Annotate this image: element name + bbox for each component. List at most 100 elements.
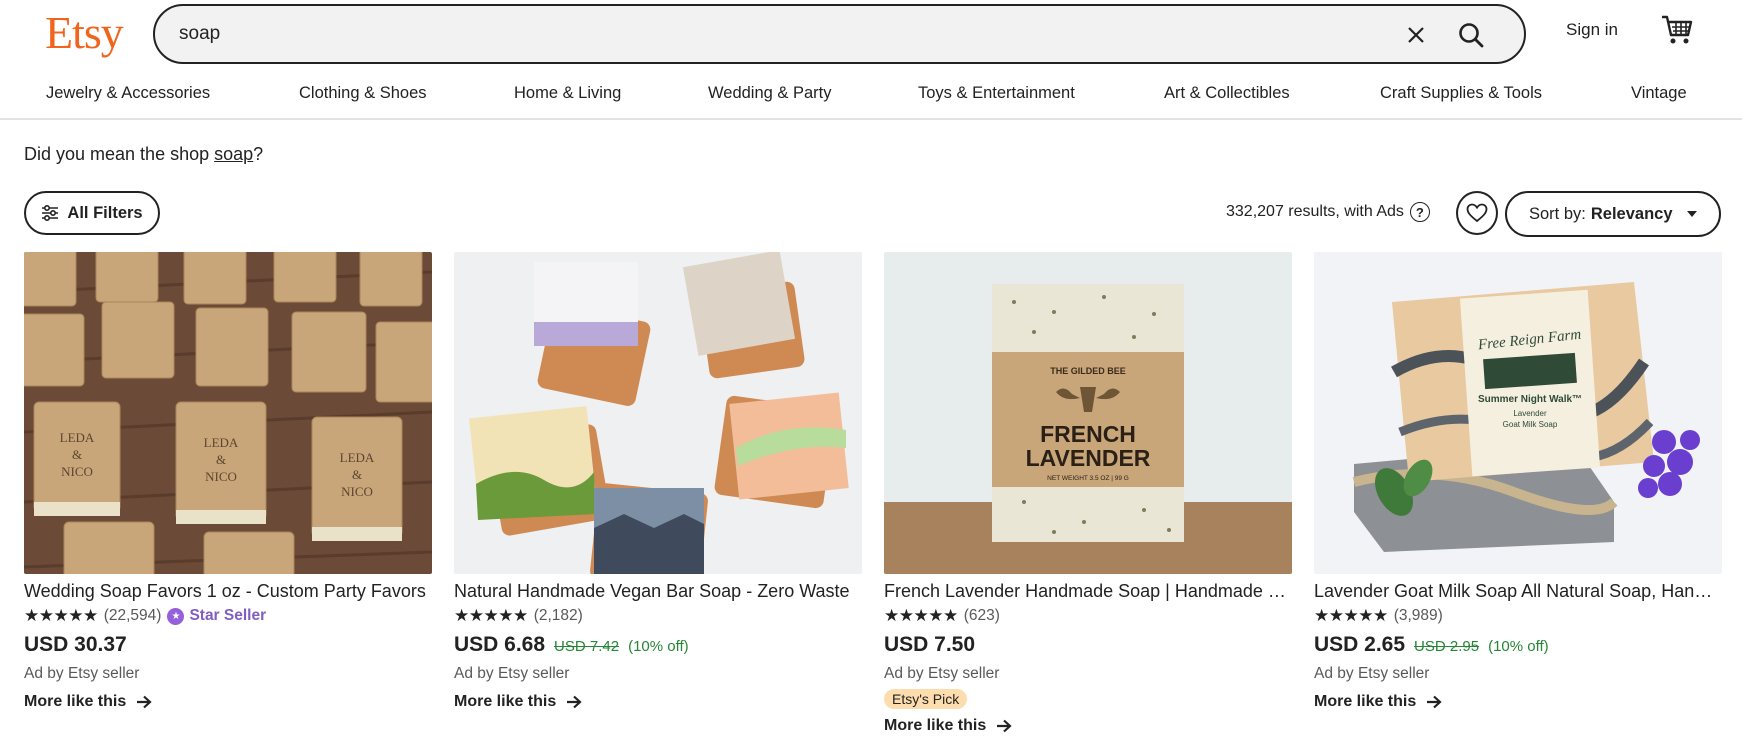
search-bar [153, 4, 1526, 64]
ad-label: Ad by Etsy seller [1314, 665, 1430, 682]
search-button[interactable] [1451, 16, 1491, 54]
listing-image[interactable] [454, 252, 862, 574]
review-count: (3,989) [1393, 607, 1443, 624]
category-vintage[interactable]: Vintage [1631, 84, 1687, 103]
listing-title[interactable]: Natural Handmade Vegan Bar Soap - Zero W… [454, 581, 862, 602]
results-count: 332,207 results, with Ads ? [1226, 202, 1430, 222]
more-like-this-label: More like this [24, 693, 127, 710]
listing-price-row: USD 30.37 [24, 633, 432, 657]
heart-icon [1466, 203, 1488, 223]
listing-rating: ★★★★★ (623) [884, 605, 1292, 627]
review-count: (2,182) [533, 607, 583, 624]
category-craft-supplies-tools[interactable]: Craft Supplies & Tools [1380, 84, 1542, 103]
listing-rating: ★★★★★ (22,594) ★ Star Seller [24, 605, 432, 627]
ad-label: Ad by Etsy seller [884, 665, 1000, 682]
more-like-this-button[interactable]: More like this [884, 717, 1292, 735]
listing-rating: ★★★★★ (3,989) [1314, 605, 1722, 627]
star-rating-icon: ★★★★★ [454, 606, 528, 625]
more-like-this-button[interactable]: More like this [454, 693, 862, 711]
star-rating-icon: ★★★★★ [24, 606, 98, 625]
category-wedding-party[interactable]: Wedding & Party [708, 84, 832, 103]
listing-title[interactable]: French Lavender Handmade Soap | Handmade… [884, 581, 1292, 602]
product-label-brand: THE GILDED BEE [1050, 366, 1126, 376]
listing-card[interactable]: LEDA & NICO LEDA & NICO LEDA & NICO Wedding So… [24, 252, 432, 711]
ad-label: Ad by Etsy seller [454, 665, 570, 682]
svg-text:&: & [352, 467, 362, 482]
search-input[interactable] [179, 18, 1379, 50]
listing-price-row: USD 6.68 USD 7.42 (10% off) [454, 633, 862, 657]
listing-image[interactable]: Free Reign Farm Summer Night Walk™ Laven… [1314, 252, 1722, 574]
star-seller-badge: ★ Star Seller [167, 607, 266, 625]
search-icon [1459, 23, 1484, 48]
category-clothing-shoes[interactable]: Clothing & Shoes [299, 84, 427, 103]
category-art-collectibles[interactable]: Art & Collectibles [1164, 84, 1290, 103]
caret-down-icon [1686, 211, 1697, 217]
sign-in-link[interactable]: Sign in [1566, 20, 1618, 40]
svg-text:LEDA: LEDA [340, 450, 375, 465]
more-like-this-label: More like this [884, 717, 987, 734]
sort-dropdown[interactable]: Sort by: Relevancy [1505, 191, 1721, 237]
arrow-right-icon [567, 695, 582, 709]
did-you-mean-shop-link[interactable]: soap [214, 144, 253, 164]
listing-image[interactable]: THE GILDED BEE FRENCH LAVENDER NET WEIGH… [884, 252, 1292, 574]
more-like-this-button[interactable]: More like this [1314, 693, 1722, 711]
listing-rating: ★★★★★ (2,182) [454, 605, 862, 627]
star-rating-icon: ★★★★★ [884, 606, 958, 625]
did-you-mean-prefix: Did you mean the shop [24, 144, 215, 164]
arrow-right-icon [137, 695, 152, 709]
discount-label: (10% off) [628, 638, 689, 655]
listing-card[interactable]: Natural Handmade Vegan Bar Soap - Zero W… [454, 252, 862, 711]
listing-card[interactable]: Free Reign Farm Summer Night Walk™ Laven… [1314, 252, 1722, 711]
all-filters-button[interactable]: All Filters [24, 191, 160, 235]
listing-price-row: USD 2.65 USD 2.95 (10% off) [1314, 633, 1722, 657]
arrow-right-icon [1427, 695, 1442, 709]
listing-price-row: USD 7.50 [884, 633, 1292, 657]
sort-prefix: Sort by: [1529, 204, 1586, 223]
category-nav: Jewelry & Accessories Clothing & Shoes H… [0, 68, 1742, 120]
cart-button[interactable] [1660, 14, 1696, 48]
listing-title[interactable]: Lavender Goat Milk Soap All Natural Soap… [1314, 581, 1722, 602]
listing-price: USD 2.65 [1314, 633, 1406, 656]
original-price: USD 2.95 [1414, 638, 1480, 655]
review-count: (22,594) [103, 607, 162, 624]
product-label-title: Summer Night Walk™ [1478, 394, 1582, 405]
original-price: USD 7.42 [554, 638, 620, 655]
sort-value: Relevancy [1590, 204, 1673, 223]
did-you-mean-suffix: ? [253, 144, 264, 164]
help-icon[interactable]: ? [1409, 202, 1430, 222]
svg-text:NICO: NICO [341, 484, 373, 499]
category-jewelry-accessories[interactable]: Jewelry & Accessories [46, 84, 210, 103]
star-seller-label: Star Seller [189, 607, 267, 624]
svg-text:&: & [72, 447, 82, 462]
did-you-mean: Did you mean the shop soap? [24, 144, 263, 165]
more-like-this-button[interactable]: More like this [24, 693, 432, 711]
product-label-weight: NET WEIGHT 3.5 OZ | 99 G [1047, 475, 1129, 482]
product-label-title-1: FRENCH [1040, 421, 1136, 447]
listing-card[interactable]: THE GILDED BEE FRENCH LAVENDER NET WEIGH… [884, 252, 1292, 735]
listing-title[interactable]: Wedding Soap Favors 1 oz - Custom Party … [24, 581, 432, 602]
header: Etsy Sign in [0, 0, 1742, 68]
listing-image[interactable]: LEDA & NICO LEDA & NICO LEDA & NICO [24, 252, 432, 574]
review-count: (623) [963, 607, 1000, 624]
svg-text:LEDA: LEDA [204, 435, 239, 450]
ad-label: Ad by Etsy seller [24, 665, 140, 682]
product-label-type: Goat Milk Soap [1503, 420, 1558, 429]
etsys-pick-badge: Etsy's Pick [884, 689, 968, 709]
svg-text:LEDA: LEDA [60, 430, 95, 445]
save-search-button[interactable] [1456, 191, 1498, 235]
svg-text:NICO: NICO [205, 469, 237, 484]
listing-price: USD 7.50 [884, 633, 976, 656]
more-like-this-label: More like this [1314, 693, 1417, 710]
category-home-living[interactable]: Home & Living [514, 84, 621, 103]
etsy-logo[interactable]: Etsy [45, 5, 124, 61]
category-toys-entertainment[interactable]: Toys & Entertainment [918, 84, 1075, 103]
close-icon [1408, 27, 1424, 43]
product-label-scent: Lavender [1513, 409, 1547, 418]
listing-price: USD 6.68 [454, 633, 546, 656]
clear-search-button[interactable] [1399, 18, 1433, 52]
product-label-title-2: LAVENDER [1026, 445, 1151, 471]
svg-text:NICO: NICO [61, 464, 93, 479]
star-rating-icon: ★★★★★ [1314, 606, 1388, 625]
all-filters-label: All Filters [67, 203, 143, 222]
more-like-this-label: More like this [454, 693, 557, 710]
